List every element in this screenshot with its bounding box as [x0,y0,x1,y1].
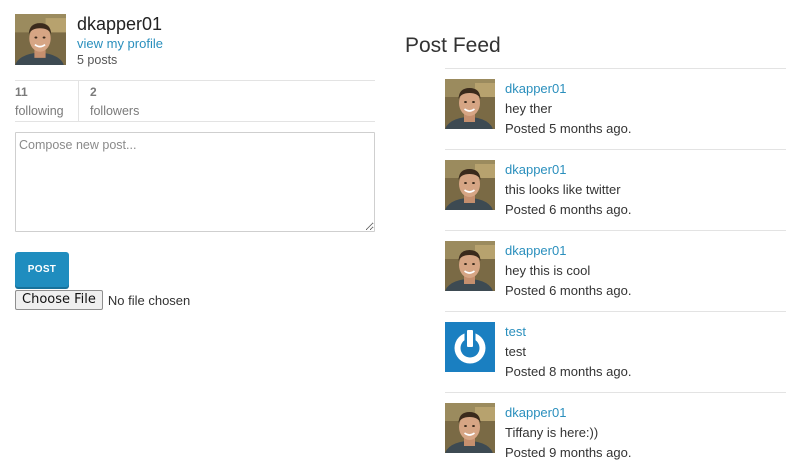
post-username-link[interactable]: dkapper01 [505,81,631,97]
post-timestamp: Posted 9 months ago. [505,445,632,460]
post-text: hey this is cool [505,263,591,278]
follow-stats: 11 following 2 followers [15,80,375,122]
following-count: 11 [15,85,28,99]
post-timestamp: Posted 6 months ago. [505,202,632,217]
post-text: this looks like twitter [505,182,621,197]
feed-item: dkapper01 Tiffany is here:)) Posted 9 mo… [445,393,786,473]
avatar[interactable] [445,403,495,453]
post-button[interactable]: POST [15,252,69,287]
feed-title: Post Feed [405,34,501,57]
profile-header: dkapper01 view my profile 5 posts [15,14,375,68]
post-timestamp: Posted 5 months ago. [505,121,632,136]
feed-item: test test Posted 8 months ago. [445,312,786,393]
file-status: No file chosen [107,292,191,308]
file-upload: Choose File No file chosen [15,290,190,310]
post-text: hey ther [505,101,552,116]
followers-stat[interactable]: 2 followers [79,81,139,121]
post-feed: dkapper01 hey ther Posted 5 months ago. … [445,68,786,473]
avatar[interactable] [15,14,66,65]
post-username-link[interactable]: dkapper01 [505,162,631,178]
compose-post-input[interactable] [15,132,375,232]
post-text: test [505,344,526,359]
post-timestamp: Posted 6 months ago. [505,283,632,298]
choose-file-button[interactable]: Choose File [15,290,103,310]
profile-username: dkapper01 [77,14,163,34]
followers-count: 2 [90,85,97,99]
post-username-link[interactable]: dkapper01 [505,243,631,259]
avatar[interactable] [445,79,495,129]
post-text: Tiffany is here:)) [505,425,599,440]
avatar[interactable] [445,322,495,372]
post-username-link[interactable]: test [505,324,631,340]
following-stat[interactable]: 11 following [15,81,79,121]
feed-item: dkapper01 hey this is cool Posted 6 mont… [445,231,786,312]
post-username-link[interactable]: dkapper01 [505,405,631,421]
feed-item: dkapper01 hey ther Posted 5 months ago. [445,69,786,150]
post-timestamp: Posted 8 months ago. [505,364,632,379]
posts-count: 5 posts [77,53,118,67]
power-icon [445,322,495,372]
view-profile-link[interactable]: view my profile [77,36,163,52]
followers-label: followers [90,104,140,118]
avatar[interactable] [445,160,495,210]
feed-item: dkapper01 this looks like twitter Posted… [445,150,786,231]
following-label: following [15,104,64,118]
profile-panel: dkapper01 view my profile 5 posts 11 fol… [15,14,375,310]
avatar[interactable] [445,241,495,291]
